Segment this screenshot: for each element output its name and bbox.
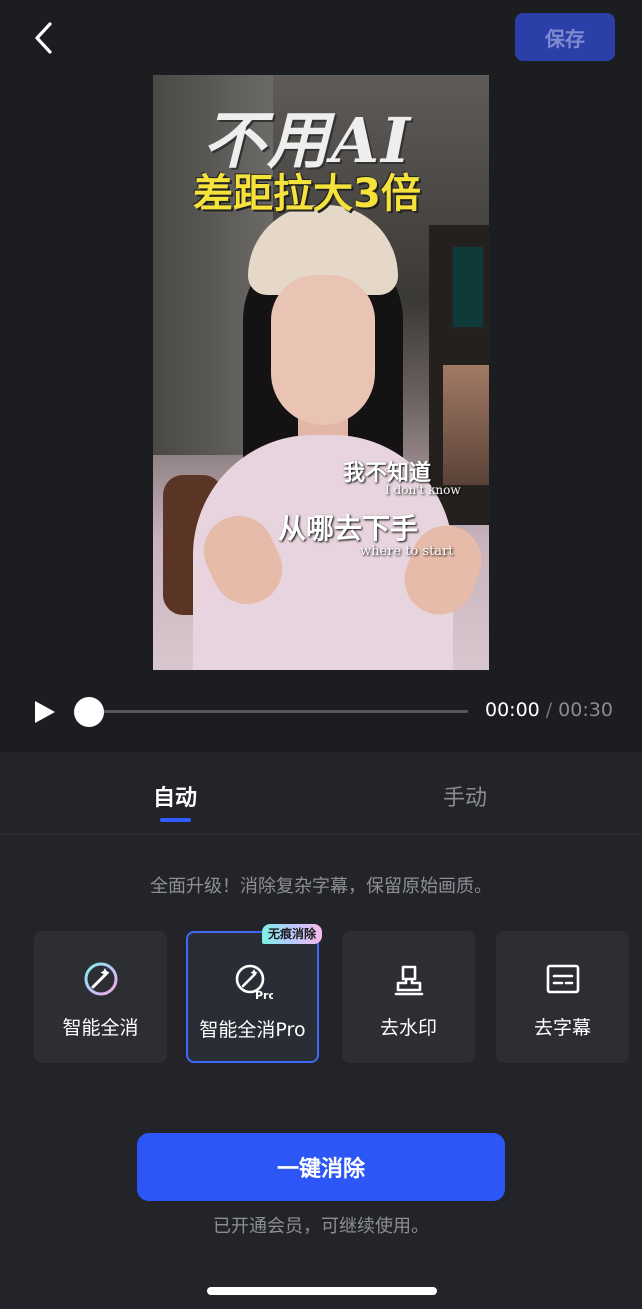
svg-text:Pro: Pro	[255, 989, 273, 1001]
tab-auto[interactable]: 自动	[153, 780, 197, 812]
player-controls: 00:00/00:30	[0, 690, 642, 734]
tab-active-indicator	[160, 818, 191, 822]
option-label: 去字幕	[533, 1017, 591, 1039]
total-time: 00:30	[558, 699, 613, 721]
option-label: 智能全消	[62, 1017, 139, 1039]
tab-divider	[0, 834, 642, 835]
stamp-icon	[394, 965, 423, 996]
person-face	[271, 275, 375, 425]
time-display: 00:00/00:30	[485, 699, 613, 721]
option-remove-watermark[interactable]: 去水印	[342, 931, 475, 1063]
video-subtitle-cn-2: 从哪去下手	[278, 512, 419, 545]
back-button[interactable]	[30, 20, 62, 56]
subtitle-icon	[546, 964, 579, 994]
feature-description: 全面升级！消除复杂字幕，保留原始画质。	[150, 876, 492, 897]
progress-thumb[interactable]	[74, 697, 104, 727]
save-button[interactable]: 保存	[515, 13, 615, 61]
time-separator: /	[545, 699, 553, 721]
option-smart-erase[interactable]: 智能全消	[34, 931, 167, 1063]
magic-wand-pro-icon: Pro	[235, 964, 273, 1001]
option-remove-subtitle[interactable]: 去字幕	[496, 931, 629, 1063]
video-caption-yellow: 差距拉大3倍	[193, 171, 421, 217]
home-indicator[interactable]	[207, 1287, 437, 1295]
chevron-left-icon	[35, 22, 52, 54]
one-click-erase-button[interactable]: 一键消除	[137, 1133, 505, 1201]
option-label: 去水印	[379, 1017, 437, 1039]
video-subtitle-en-2: where to start	[360, 544, 454, 559]
tools-panel: 自动 手动 全面升级！消除复杂字幕，保留原始画质。 智能全消 Pro 智能全消P…	[0, 752, 642, 1309]
traceless-badge: 无痕消除	[262, 924, 323, 944]
play-button[interactable]	[33, 700, 57, 724]
video-preview[interactable]: 不用AI 差距拉大3倍 我不知道 I don't know 从哪去下手 wher…	[153, 75, 489, 670]
play-icon	[35, 701, 55, 723]
progress-track[interactable]	[88, 710, 468, 713]
option-label: 智能全消Pro	[199, 1019, 306, 1041]
magic-wand-icon	[84, 962, 117, 996]
member-status-note: 已开通会员，可继续使用。	[213, 1216, 429, 1237]
video-subtitle-en-1: I don't know	[385, 483, 461, 497]
tab-manual[interactable]: 手动	[443, 780, 487, 812]
option-smart-erase-pro[interactable]: Pro 智能全消Pro	[186, 931, 319, 1063]
current-time: 00:00	[485, 699, 540, 721]
